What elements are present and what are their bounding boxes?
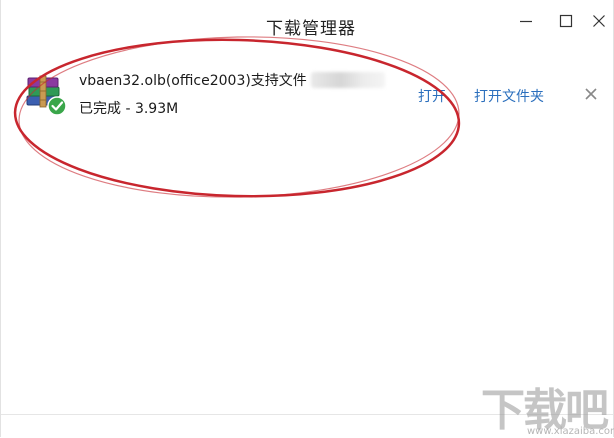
minimize-icon xyxy=(520,20,532,23)
open-file-link[interactable]: 打开 xyxy=(418,86,446,106)
remove-item-button[interactable] xyxy=(581,84,601,104)
file-name-line: vbaen32.olb(office2003)支持文件 xyxy=(79,70,385,90)
download-item[interactable]: vbaen32.olb(office2003)支持文件 已完成 - 3.93M … xyxy=(15,60,605,128)
archive-file-icon xyxy=(26,75,67,116)
maximize-button[interactable] xyxy=(551,8,581,34)
check-badge-icon xyxy=(47,96,67,116)
close-icon xyxy=(593,15,605,27)
download-manager-window: 下载管理器 vbaen32.olb(office2003)支持文件 已完成 - … xyxy=(0,0,614,437)
open-folder-link[interactable]: 打开文件夹 xyxy=(474,86,544,106)
maximize-icon xyxy=(559,14,573,28)
watermark-url: www.xiazaiba.com xyxy=(527,426,614,437)
site-watermark: 下载吧 www.xiazaiba.com xyxy=(481,374,614,437)
obscured-text xyxy=(310,72,385,88)
minimize-button[interactable] xyxy=(511,8,541,34)
download-status: 已完成 - 3.93M xyxy=(79,101,179,117)
close-icon xyxy=(585,88,597,100)
file-name: vbaen32.olb(office2003)支持文件 xyxy=(79,73,307,89)
window-close-button[interactable] xyxy=(584,8,614,34)
title-bar[interactable]: 下载管理器 xyxy=(1,0,613,44)
